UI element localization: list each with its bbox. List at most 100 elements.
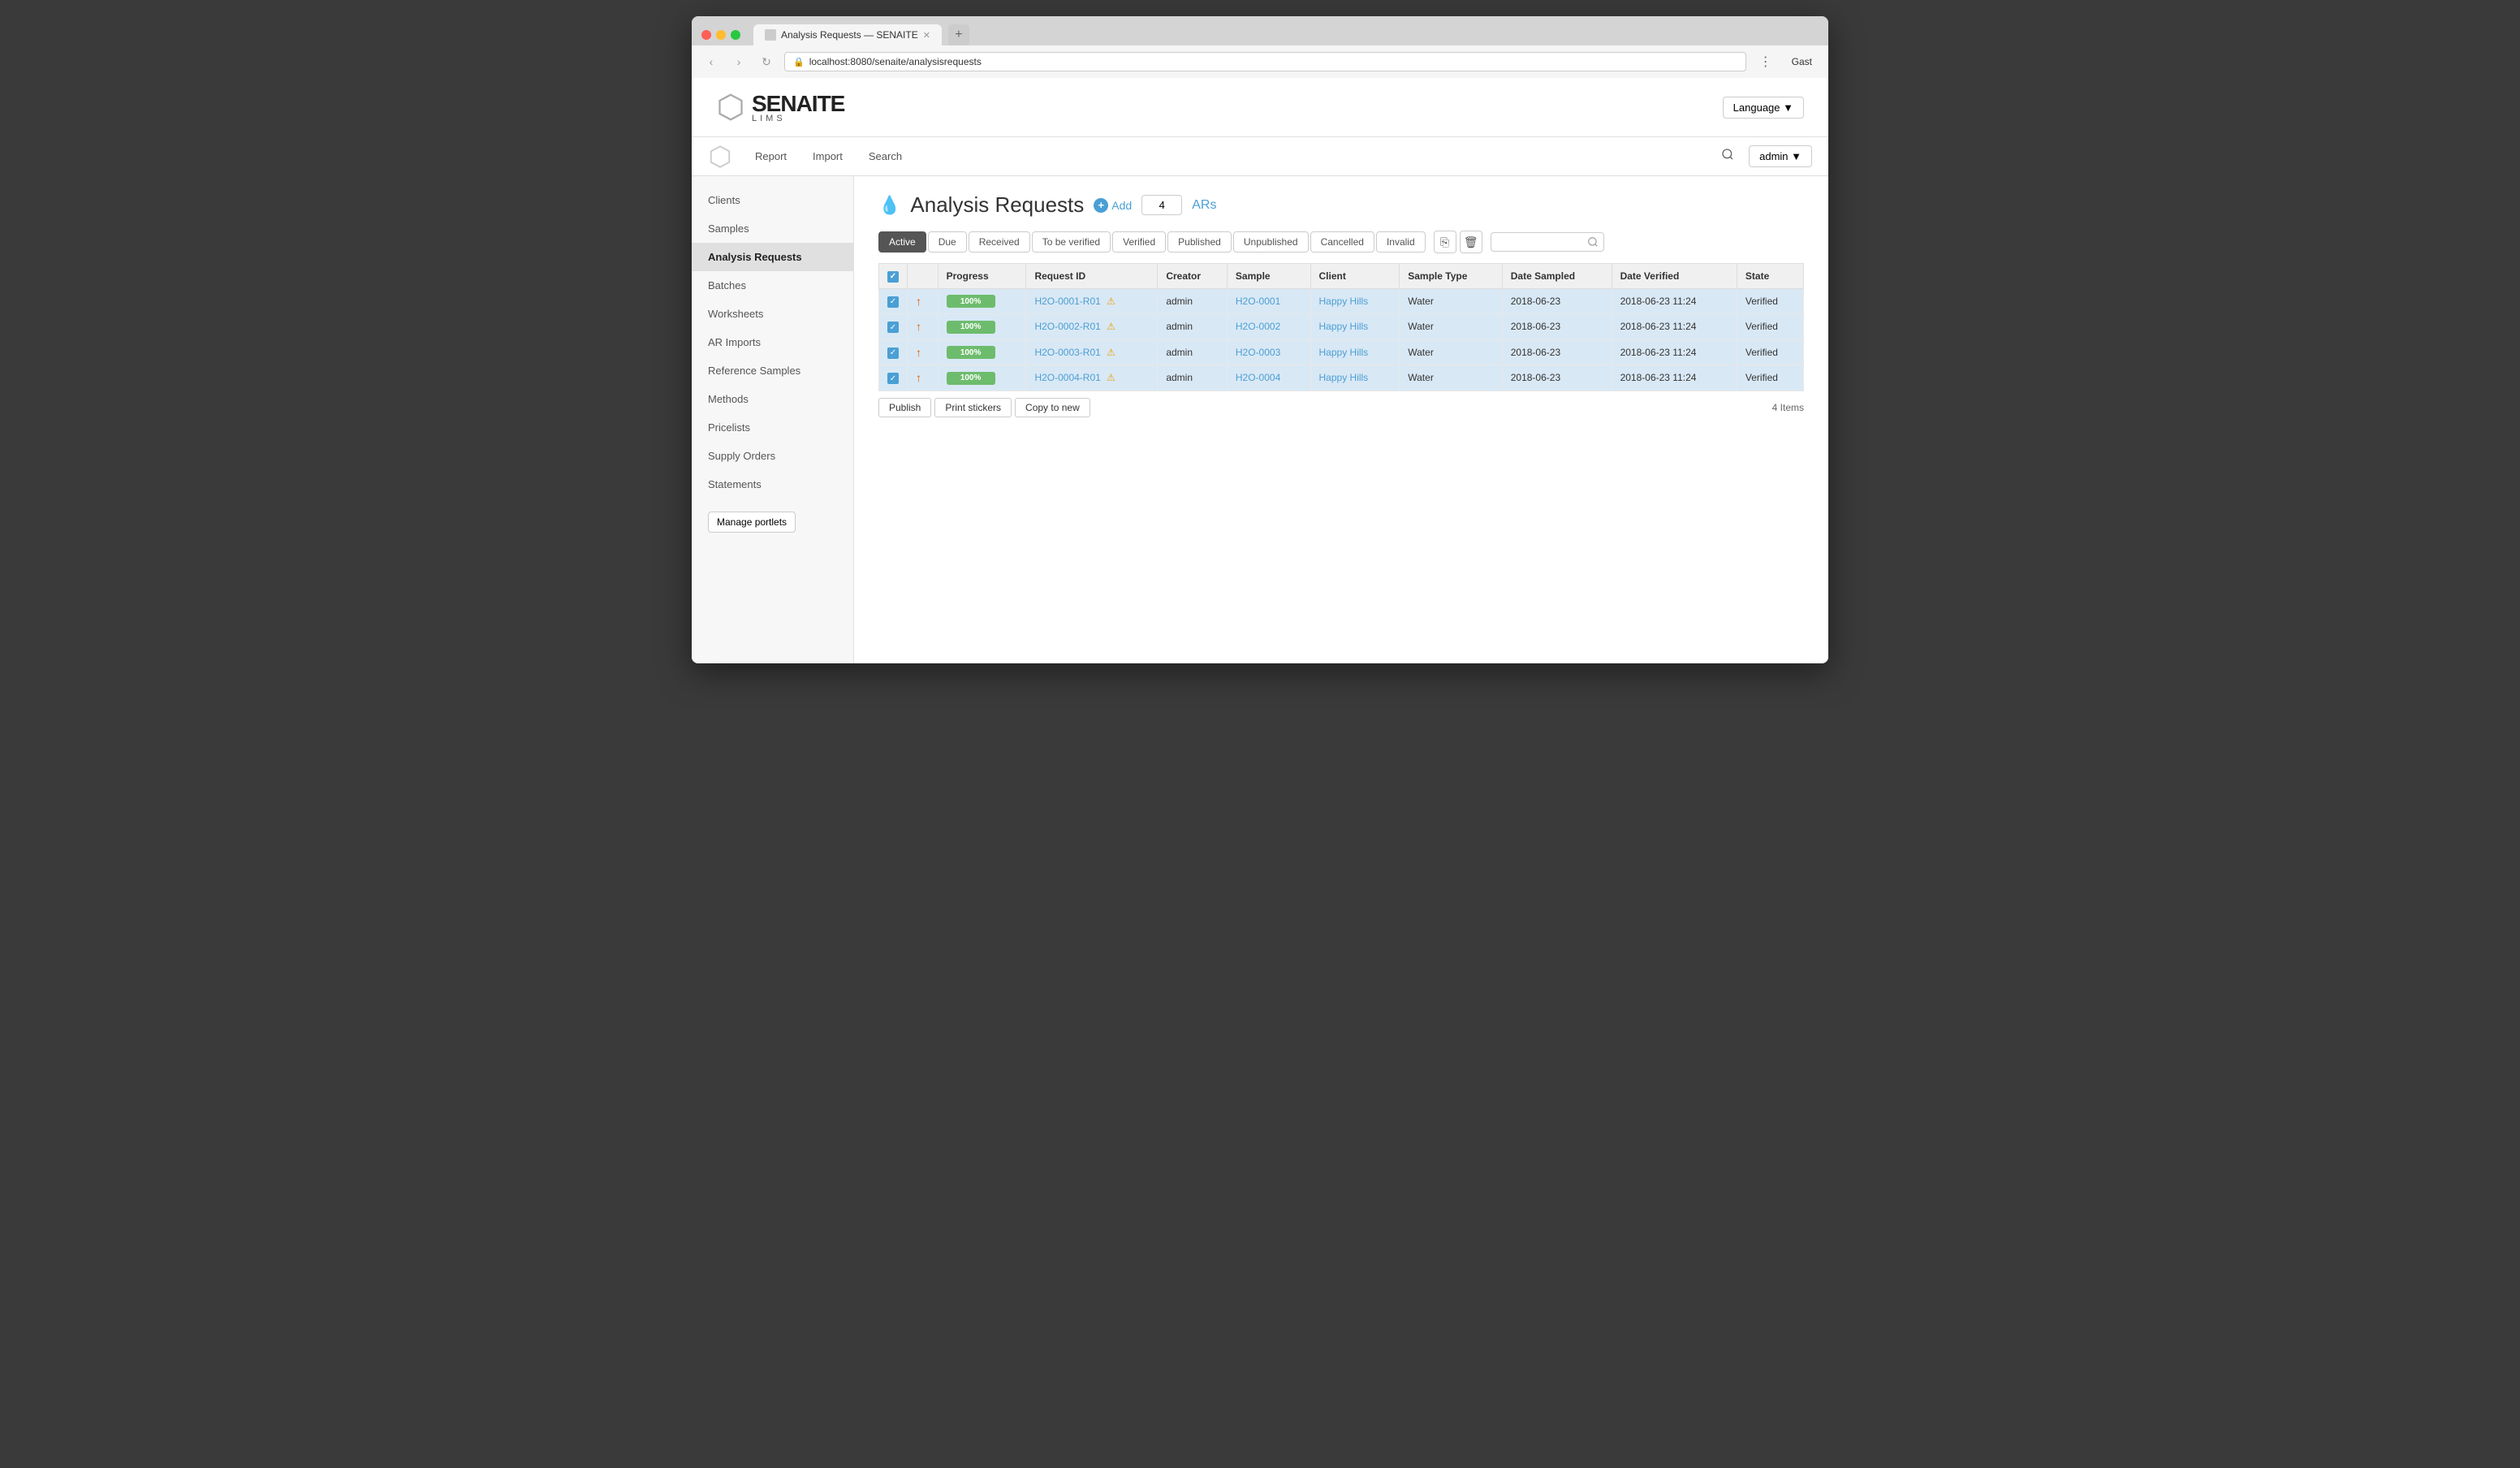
back-button[interactable]: ‹ (701, 52, 721, 71)
tab-active[interactable]: Active (878, 231, 926, 253)
row-date-sampled-2: 2018-06-23 (1502, 339, 1612, 365)
sample-link-3[interactable]: H2O-0004 (1236, 372, 1280, 383)
sidebar-item-pricelists[interactable]: Pricelists (692, 413, 853, 442)
toolbar-search-link[interactable]: Search (856, 144, 915, 169)
client-link-0[interactable]: Happy Hills (1319, 296, 1369, 307)
warning-icon-3: ⚠ (1107, 372, 1115, 383)
content-area: 💧 Analysis Requests + Add ARs Active Due… (854, 176, 1828, 663)
request-id-link-0[interactable]: H2O-0001-R01 (1034, 296, 1100, 307)
warning-icon-1: ⚠ (1107, 321, 1115, 332)
tab-close-icon[interactable]: ✕ (923, 30, 930, 41)
sidebar-item-supply-orders[interactable]: Supply Orders (692, 442, 853, 470)
user-badge: Gast (1785, 56, 1819, 67)
tab-published[interactable]: Published (1167, 231, 1232, 253)
col-request-id: Request ID (1026, 264, 1158, 289)
priority-up-icon-0: ↑ (916, 295, 921, 308)
client-link-3[interactable]: Happy Hills (1319, 372, 1369, 383)
tab-verified[interactable]: Verified (1112, 231, 1166, 253)
row-date-sampled-0: 2018-06-23 (1502, 288, 1612, 314)
col-sample: Sample (1227, 264, 1310, 289)
priority-up-icon-2: ↑ (916, 346, 921, 359)
add-link[interactable]: + Add (1094, 198, 1132, 213)
fullscreen-button[interactable] (731, 30, 740, 40)
reload-button[interactable]: ↻ (757, 52, 776, 71)
table-actions: Publish Print stickers Copy to new 4 Ite… (878, 398, 1804, 417)
row-date-sampled-3: 2018-06-23 (1502, 365, 1612, 391)
more-button[interactable]: ⋮ (1754, 54, 1777, 70)
request-id-link-3[interactable]: H2O-0004-R01 (1034, 372, 1100, 383)
sidebar-item-reference-samples[interactable]: Reference Samples (692, 356, 853, 385)
data-table: ✓ Progress Request ID Creator Sample Cli… (878, 263, 1804, 391)
forward-button[interactable]: › (729, 52, 749, 71)
row-creator-1: admin (1158, 314, 1228, 340)
delete-icon-button[interactable]: 🗑 (1460, 231, 1482, 253)
tab-received[interactable]: Received (969, 231, 1030, 253)
request-id-link-2[interactable]: H2O-0003-R01 (1034, 347, 1100, 358)
url-text: localhost:8080/senaite/analysisrequests (809, 56, 982, 67)
table-row: ✓ ↑ 100% H2O-0004-R01 ⚠ admin H2O-0004 H… (879, 365, 1804, 391)
traffic-lights (701, 30, 740, 40)
client-link-1[interactable]: Happy Hills (1319, 321, 1369, 332)
row-checkbox-2[interactable]: ✓ (879, 339, 908, 365)
row-date-verified-0: 2018-06-23 11:24 (1612, 288, 1737, 314)
row-checkbox-1[interactable]: ✓ (879, 314, 908, 340)
row-progress-3: 100% (938, 365, 1026, 391)
search-icon-button[interactable] (1713, 145, 1742, 168)
add-count-input[interactable] (1141, 195, 1182, 215)
row-check-icon-3: ✓ (887, 373, 899, 384)
row-creator-0: admin (1158, 288, 1228, 314)
sidebar-item-samples[interactable]: Samples (692, 214, 853, 243)
logo-container: SENAITE LIMS (716, 91, 844, 123)
tab-to-be-verified[interactable]: To be verified (1032, 231, 1111, 253)
sidebar-item-methods[interactable]: Methods (692, 385, 853, 413)
tab-unpublished[interactable]: Unpublished (1233, 231, 1309, 253)
table-search-input[interactable] (1491, 232, 1604, 252)
sample-link-1[interactable]: H2O-0002 (1236, 321, 1280, 332)
page-header: 💧 Analysis Requests + Add ARs (878, 192, 1804, 218)
row-priority-1: ↑ (908, 314, 939, 340)
sidebar-item-statements[interactable]: Statements (692, 470, 853, 499)
language-button[interactable]: Language ▼ (1723, 97, 1804, 119)
toolbar-import-link[interactable]: Import (800, 144, 856, 169)
sidebar-item-clients[interactable]: Clients (692, 186, 853, 214)
copy-to-new-button[interactable]: Copy to new (1015, 398, 1090, 417)
table-row: ✓ ↑ 100% H2O-0002-R01 ⚠ admin H2O-0002 H… (879, 314, 1804, 340)
print-stickers-button[interactable]: Print stickers (934, 398, 1012, 417)
ars-link[interactable]: ARs (1192, 198, 1216, 213)
row-checkbox-3[interactable]: ✓ (879, 365, 908, 391)
priority-up-icon-3: ↑ (916, 371, 921, 384)
publish-button[interactable]: Publish (878, 398, 931, 417)
tab-due[interactable]: Due (928, 231, 967, 253)
sample-link-0[interactable]: H2O-0001 (1236, 296, 1280, 307)
tab-invalid[interactable]: Invalid (1376, 231, 1426, 253)
copy-icon-button[interactable]: ⎘ (1434, 231, 1456, 253)
lock-icon: 🔒 (793, 57, 805, 67)
admin-menu-button[interactable]: admin ▼ (1749, 145, 1812, 167)
warning-icon-0: ⚠ (1107, 296, 1115, 307)
sidebar-item-worksheets[interactable]: Worksheets (692, 300, 853, 328)
minimize-button[interactable] (716, 30, 726, 40)
filter-tabs: Active Due Received To be verified Verif… (878, 231, 1804, 253)
sidebar-item-batches[interactable]: Batches (692, 271, 853, 300)
new-tab-button[interactable]: + (948, 24, 969, 45)
select-all-header[interactable]: ✓ (879, 264, 908, 289)
manage-portlets-button[interactable]: Manage portlets (708, 512, 796, 533)
row-sample-type-2: Water (1400, 339, 1502, 365)
browser-tab[interactable]: Analysis Requests — SENAITE ✕ (753, 24, 942, 45)
select-all-checkbox[interactable]: ✓ (887, 271, 899, 283)
row-sample-1: H2O-0002 (1227, 314, 1310, 340)
toolbar-hex-icon (708, 145, 732, 169)
sidebar-item-ar-imports[interactable]: AR Imports (692, 328, 853, 356)
row-client-1: Happy Hills (1310, 314, 1400, 340)
row-checkbox-0[interactable]: ✓ (879, 288, 908, 314)
sidebar-item-analysis-requests[interactable]: Analysis Requests (692, 243, 853, 271)
client-link-2[interactable]: Happy Hills (1319, 347, 1369, 358)
request-id-link-1[interactable]: H2O-0002-R01 (1034, 321, 1100, 332)
sample-link-2[interactable]: H2O-0003 (1236, 347, 1280, 358)
row-id-3: H2O-0004-R01 ⚠ (1026, 365, 1158, 391)
toolbar-report-link[interactable]: Report (742, 144, 800, 169)
items-count: 4 Items (1772, 402, 1804, 413)
tab-cancelled[interactable]: Cancelled (1310, 231, 1374, 253)
address-bar[interactable]: 🔒 localhost:8080/senaite/analysisrequest… (784, 52, 1746, 71)
close-button[interactable] (701, 30, 711, 40)
